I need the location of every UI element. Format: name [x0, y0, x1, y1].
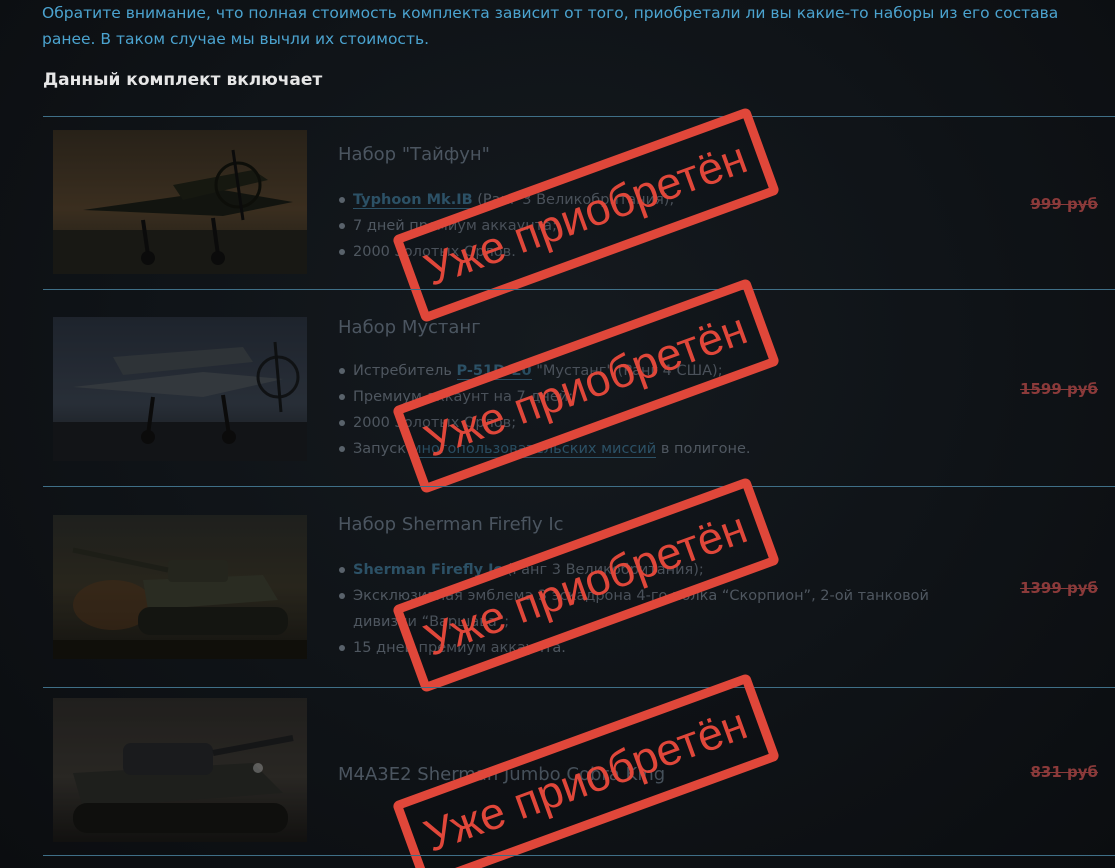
price-struck: 1599 руб — [1020, 380, 1098, 398]
divider — [43, 855, 1115, 856]
mustang-image — [53, 317, 307, 461]
bundle-item-jumbo: M4A3E2 Sherman Jumbo Cobra King 831 руб … — [43, 672, 1115, 868]
item-title: Набор Мустанг — [338, 317, 481, 338]
price-struck: 999 руб — [1030, 195, 1098, 213]
section-title: Данный комплект включает — [43, 70, 323, 90]
item-title: Набор "Тайфун" — [338, 144, 490, 165]
price-struck: 831 руб — [1030, 763, 1098, 781]
sherman-firefly-image — [53, 515, 307, 659]
vehicle-link[interactable]: Typhoon Mk.IB — [353, 192, 473, 209]
price-struck: 1399 руб — [1020, 579, 1098, 597]
typhoon-image — [53, 130, 307, 274]
bundle-item-mustang: Набор Мустанг Истребитель P-51D-20 "Муст… — [43, 277, 1115, 495]
bundle-item-sherman-firefly: Набор Sherman Firefly Ic Sherman Firefly… — [43, 476, 1115, 694]
notice-text: Обратите внимание, что полная стоимость … — [42, 4, 1059, 48]
item-title: Набор Sherman Firefly Ic — [338, 514, 564, 535]
bundle-item-typhoon: Набор "Тайфун" Typhoon Mk.IB (Ранг 3 Вел… — [43, 106, 1115, 324]
jumbo-image — [53, 698, 307, 842]
